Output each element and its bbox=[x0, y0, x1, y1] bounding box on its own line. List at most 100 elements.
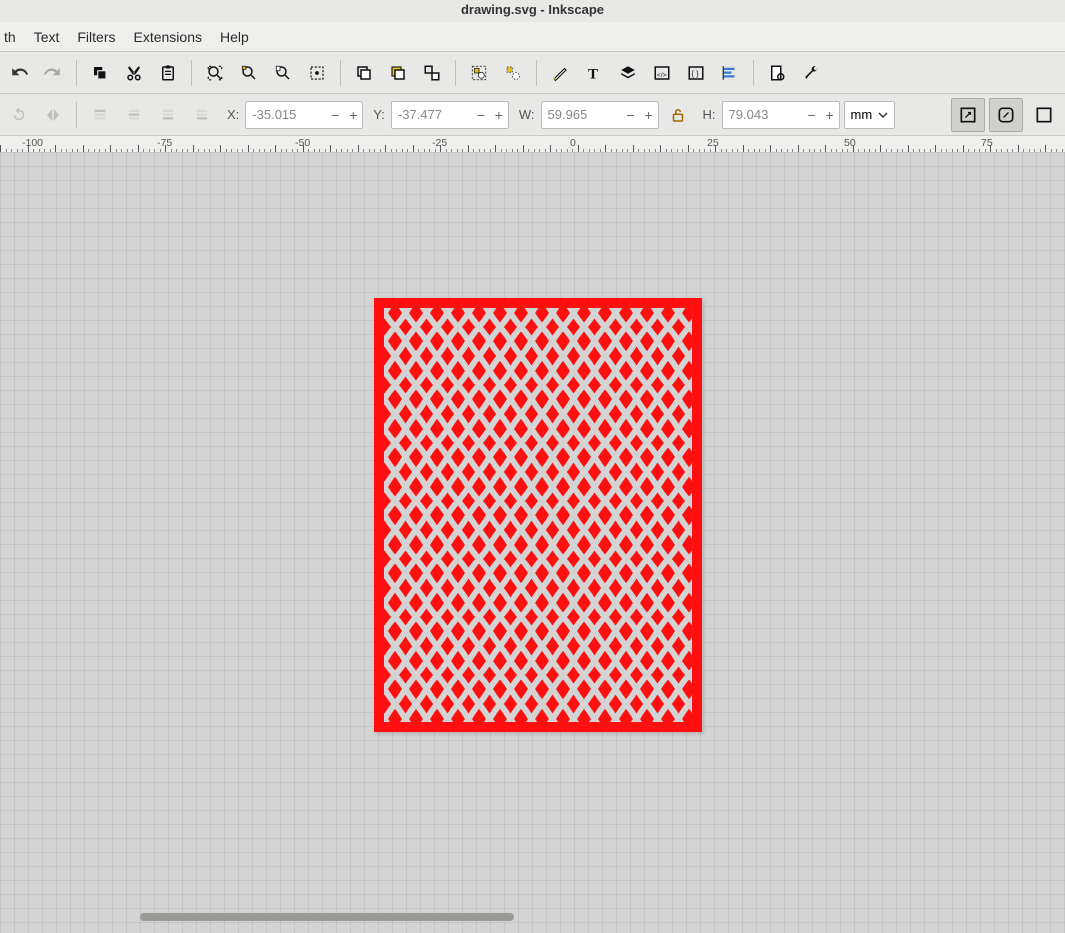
separator bbox=[536, 60, 537, 86]
x-input[interactable] bbox=[246, 103, 326, 127]
text-icon: T bbox=[585, 62, 603, 84]
zoom-page-button[interactable] bbox=[268, 58, 298, 88]
unlink-clone-icon bbox=[423, 62, 441, 84]
x-increment[interactable]: + bbox=[344, 102, 362, 128]
window-title: drawing.svg - Inkscape bbox=[461, 2, 604, 17]
width-input[interactable] bbox=[542, 103, 622, 127]
flip-h-button bbox=[38, 100, 68, 130]
zoom-center-button[interactable] bbox=[302, 58, 332, 88]
y-increment[interactable]: + bbox=[490, 102, 508, 128]
duplicate-button[interactable] bbox=[349, 58, 379, 88]
main-toolbar: T </> { } bbox=[0, 52, 1065, 94]
lower-bottom-icon bbox=[193, 104, 211, 126]
ruler-mark: 25 bbox=[707, 137, 719, 149]
fill-stroke-button[interactable] bbox=[545, 58, 575, 88]
y-input[interactable] bbox=[392, 103, 472, 127]
width-increment[interactable]: + bbox=[640, 102, 658, 128]
height-input-group: − + bbox=[722, 101, 840, 129]
scale-stroke-icon bbox=[958, 104, 978, 126]
scissors-icon bbox=[125, 62, 143, 84]
raise-top-button bbox=[85, 100, 115, 130]
copy-icon bbox=[91, 62, 109, 84]
height-increment[interactable]: + bbox=[821, 102, 839, 128]
copy-button[interactable] bbox=[85, 58, 115, 88]
height-input[interactable] bbox=[723, 103, 803, 127]
separator bbox=[76, 60, 77, 86]
align-dialog-button[interactable] bbox=[715, 58, 745, 88]
paint-icon bbox=[551, 62, 569, 84]
lock-open-icon bbox=[669, 104, 687, 126]
chainlink-pattern bbox=[374, 298, 702, 732]
menu-extensions[interactable]: Extensions bbox=[134, 29, 202, 45]
scale-corners-icon bbox=[996, 104, 1016, 126]
menu-text[interactable]: Text bbox=[34, 29, 60, 45]
unit-value: mm bbox=[851, 107, 873, 122]
svg-text:</>: </> bbox=[657, 71, 667, 78]
raise-top-icon bbox=[91, 104, 109, 126]
group-icon bbox=[470, 62, 488, 84]
window-titlebar: drawing.svg - Inkscape bbox=[0, 0, 1065, 22]
duplicate-icon bbox=[355, 62, 373, 84]
ungroup-icon bbox=[504, 62, 522, 84]
preferences-button[interactable] bbox=[796, 58, 826, 88]
paste-button[interactable] bbox=[153, 58, 183, 88]
unlink-clone-button[interactable] bbox=[417, 58, 447, 88]
lower-bottom-button bbox=[187, 100, 217, 130]
unit-selector[interactable]: mm bbox=[844, 101, 896, 129]
menu-help[interactable]: Help bbox=[220, 29, 249, 45]
document-page[interactable] bbox=[374, 298, 702, 732]
separator bbox=[340, 60, 341, 86]
text-dialog-button[interactable]: T bbox=[579, 58, 609, 88]
ungroup-button[interactable] bbox=[498, 58, 528, 88]
cut-button[interactable] bbox=[119, 58, 149, 88]
lower-button bbox=[153, 100, 183, 130]
horizontal-scrollbar-thumb[interactable] bbox=[140, 913, 514, 921]
menu-filters[interactable]: Filters bbox=[77, 29, 115, 45]
document-properties-button[interactable] bbox=[762, 58, 792, 88]
zoom-selection-button[interactable] bbox=[200, 58, 230, 88]
scale-stroke-toggle[interactable] bbox=[951, 98, 985, 132]
chevron-down-icon bbox=[878, 110, 888, 120]
y-label: Y: bbox=[373, 107, 385, 122]
selectors-button[interactable]: { } bbox=[681, 58, 711, 88]
undo-button[interactable] bbox=[4, 58, 34, 88]
move-gradients-toggle[interactable] bbox=[1027, 98, 1061, 132]
separator bbox=[76, 102, 77, 128]
width-input-group: − + bbox=[541, 101, 659, 129]
svg-text:T: T bbox=[588, 66, 598, 82]
canvas-area[interactable] bbox=[0, 152, 1065, 933]
zoom-selection-icon bbox=[206, 62, 224, 84]
zoom-center-icon bbox=[308, 62, 326, 84]
clone-button[interactable] bbox=[383, 58, 413, 88]
layers-button[interactable] bbox=[613, 58, 643, 88]
clipboard-icon bbox=[159, 62, 177, 84]
rotate-ccw-button bbox=[4, 100, 34, 130]
zoom-drawing-icon bbox=[240, 62, 258, 84]
height-label: H: bbox=[703, 107, 716, 122]
y-decrement[interactable]: − bbox=[472, 102, 490, 128]
separator bbox=[191, 60, 192, 86]
wrench-icon bbox=[802, 62, 820, 84]
undo-icon bbox=[10, 62, 28, 84]
width-decrement[interactable]: − bbox=[622, 102, 640, 128]
ruler-mark: 0 bbox=[570, 137, 576, 149]
x-input-group: − + bbox=[245, 101, 363, 129]
scale-corners-toggle[interactable] bbox=[989, 98, 1023, 132]
raise-button bbox=[119, 100, 149, 130]
document-icon bbox=[768, 62, 786, 84]
group-button[interactable] bbox=[464, 58, 494, 88]
clone-icon bbox=[389, 62, 407, 84]
redo-button bbox=[38, 58, 68, 88]
xml-editor-button[interactable]: </> bbox=[647, 58, 677, 88]
zoom-drawing-button[interactable] bbox=[234, 58, 264, 88]
redo-icon bbox=[44, 62, 62, 84]
tool-options-bar: X: − + Y: − + W: − + H: − + mm bbox=[0, 94, 1065, 136]
ruler-mark: -100 bbox=[22, 137, 43, 149]
layers-icon bbox=[619, 62, 637, 84]
separator bbox=[753, 60, 754, 86]
lock-aspect-button[interactable] bbox=[663, 100, 693, 130]
height-decrement[interactable]: − bbox=[803, 102, 821, 128]
separator bbox=[455, 60, 456, 86]
x-decrement[interactable]: − bbox=[326, 102, 344, 128]
menu-path-partial[interactable]: th bbox=[4, 29, 16, 45]
